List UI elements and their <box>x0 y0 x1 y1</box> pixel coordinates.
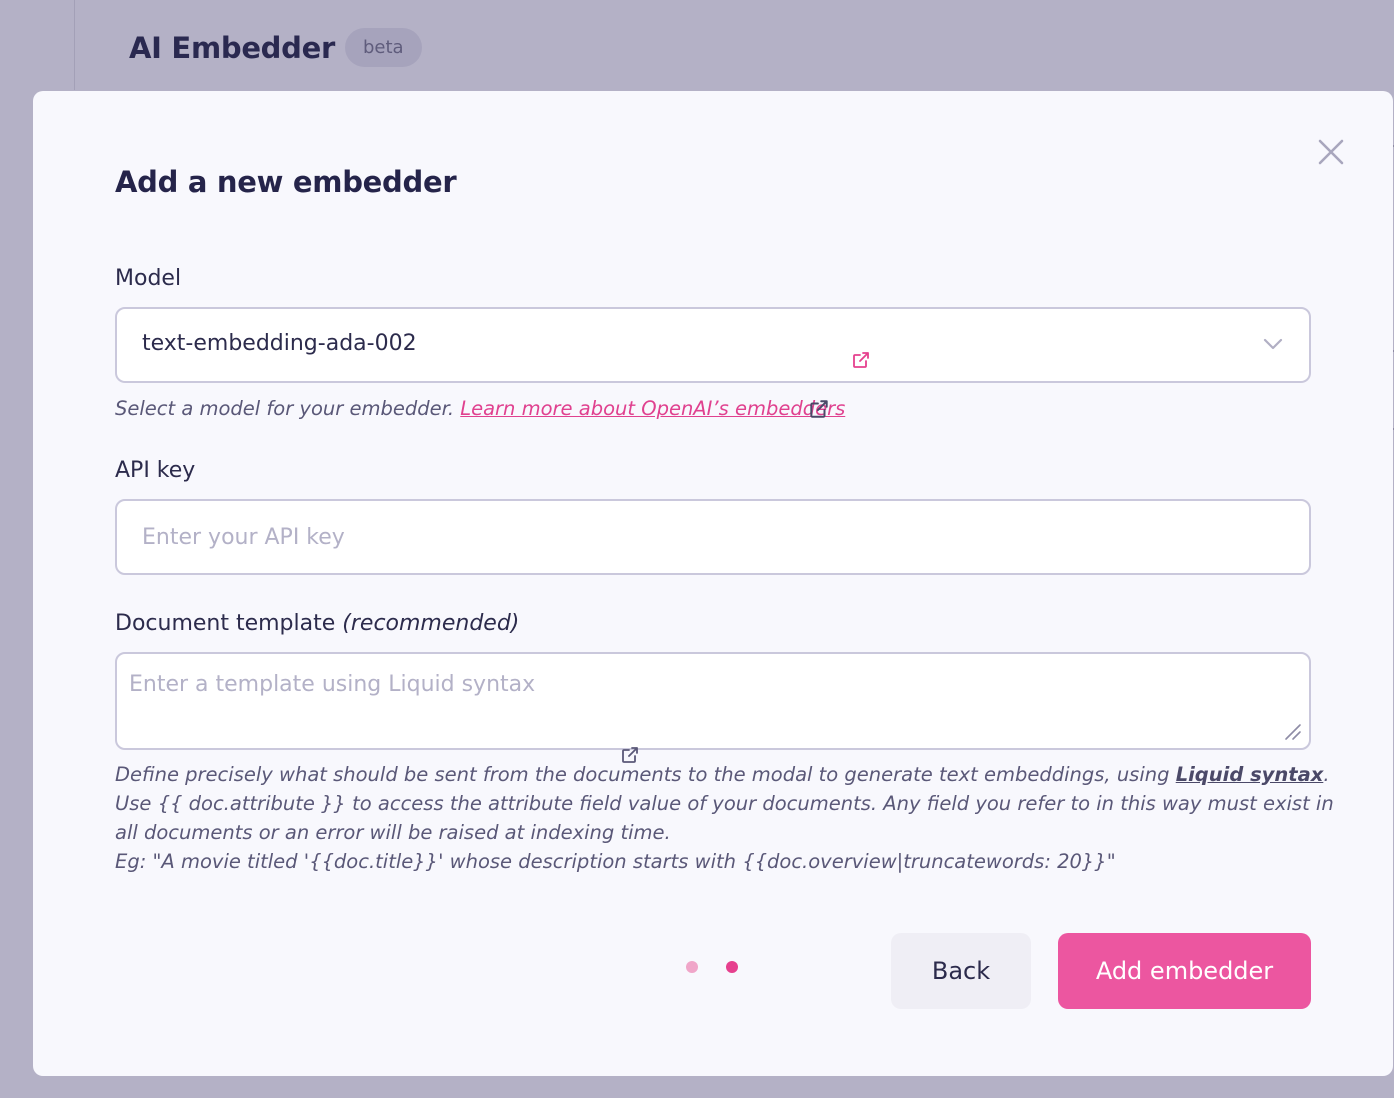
template-help-example: Eg: "A movie titled '{{doc.title}}' whos… <box>115 850 1116 873</box>
sidebar-divider <box>74 0 75 90</box>
api-key-input[interactable] <box>117 501 1309 573</box>
add-embedder-modal: Add a new embedder Model text-embedding-… <box>33 91 1393 1076</box>
step-dot-2[interactable] <box>726 961 738 973</box>
beta-badge: beta <box>344 28 422 67</box>
external-link-icon <box>810 400 828 418</box>
document-template-label-text: Document template <box>115 611 343 636</box>
template-help-intro: Define precisely what should be sent fro… <box>115 763 1176 786</box>
modal-title: Add a new embedder <box>115 165 457 199</box>
recommended-note: (recommended) <box>342 611 520 636</box>
model-select[interactable]: text-embedding-ada-002 <box>115 307 1311 383</box>
api-key-field-wrapper <box>115 499 1311 575</box>
page-header: AI Embedder beta <box>129 28 422 67</box>
openai-embedders-link[interactable]: Learn more about OpenAI’s embedders <box>460 397 845 420</box>
model-label: Model <box>115 266 182 291</box>
document-template-textarea[interactable] <box>117 654 1309 748</box>
template-help-attribute: Use {{ doc.attribute }} to access the at… <box>115 792 1334 844</box>
template-help-text: Define precisely what should be sent fro… <box>115 760 1335 876</box>
document-template-label: Document template (recommended) <box>115 611 519 636</box>
close-icon <box>1318 139 1344 165</box>
api-key-label: API key <box>115 458 196 483</box>
template-help-period: . <box>1323 763 1330 786</box>
back-button[interactable]: Back <box>891 933 1031 1009</box>
add-embedder-button[interactable]: Add embedder <box>1058 933 1311 1009</box>
step-indicator <box>686 961 738 973</box>
resize-handle-icon[interactable] <box>1284 723 1302 741</box>
liquid-syntax-link[interactable]: Liquid syntax <box>1176 763 1324 786</box>
chevron-down-icon <box>1263 338 1283 350</box>
external-link-icon <box>853 352 869 368</box>
model-helper-text: Select a model for your embedder. Learn … <box>115 397 845 420</box>
page-title: AI Embedder <box>129 30 335 65</box>
close-button[interactable] <box>1316 137 1346 167</box>
template-help-line: Define precisely what should be sent fro… <box>115 760 1335 789</box>
model-select-value: text-embedding-ada-002 <box>142 331 417 356</box>
document-template-field-wrapper <box>115 652 1311 750</box>
step-dot-1[interactable] <box>686 961 698 973</box>
model-helper-label: Select a model for your embedder. <box>115 397 461 420</box>
